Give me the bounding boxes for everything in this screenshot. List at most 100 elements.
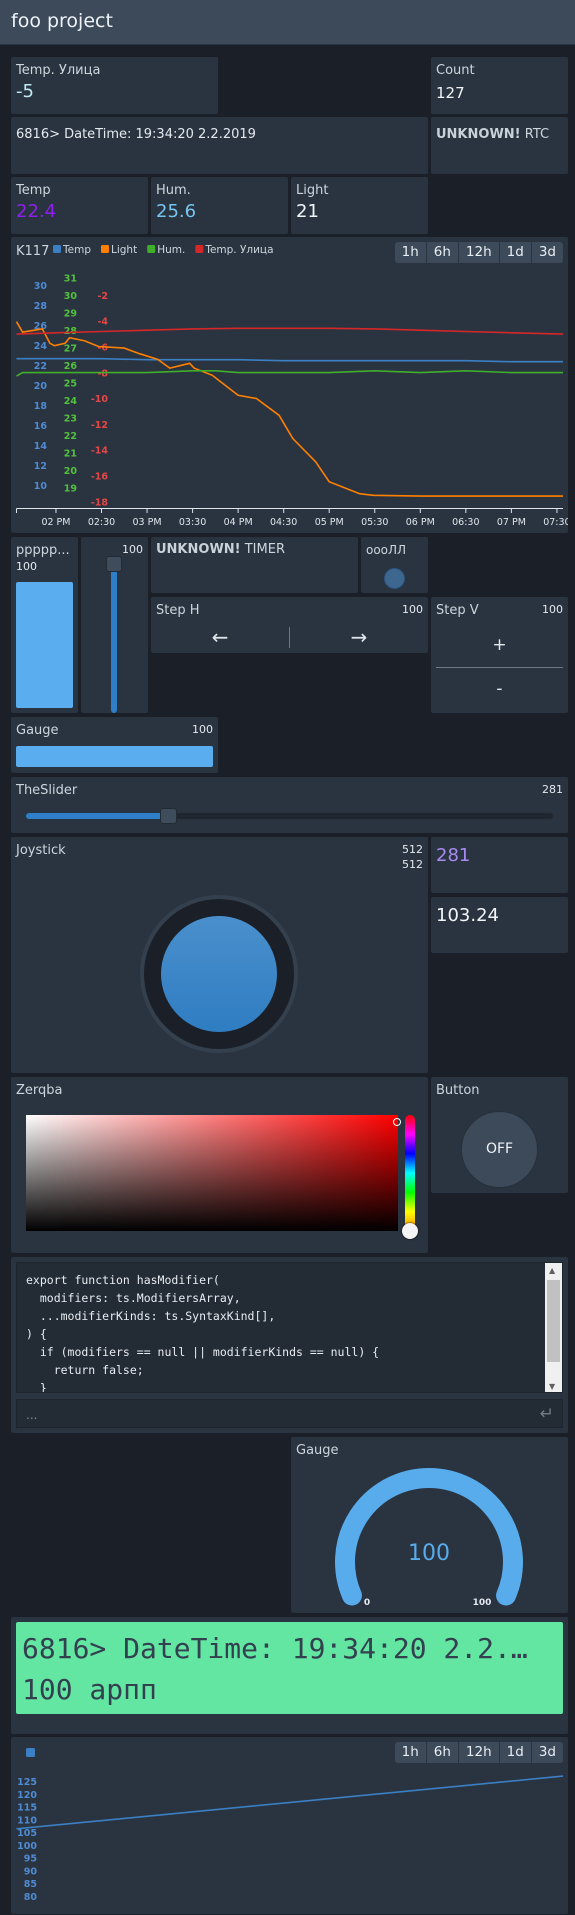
y-tick-label: -8: [97, 368, 108, 379]
gauge-arc: [335, 1468, 523, 1606]
widget-label: Count: [436, 63, 475, 78]
y-tick-label: -6: [97, 342, 108, 353]
scroll-up-icon[interactable]: ▲: [549, 1266, 555, 1275]
datetime-text: 6816> DateTime: 19:34:20 2.2.2019: [16, 127, 256, 142]
step-value: 100: [542, 603, 563, 616]
y-tick-label: 26: [64, 361, 78, 372]
slider-thumb[interactable]: [160, 808, 178, 824]
bar-track: [16, 746, 213, 767]
joystick-knob[interactable]: [161, 916, 277, 1032]
x-tick-label: 06:30: [452, 517, 479, 528]
series-line-Temp. Улица: [16, 327, 564, 335]
joystick-base[interactable]: [140, 895, 298, 1053]
legend-swatch: [195, 245, 204, 253]
slider-track[interactable]: [26, 813, 553, 819]
widget-label: ppppp...: [16, 543, 70, 558]
status-badge: UNKNOWN!: [156, 542, 241, 557]
widget-value: 103.24: [436, 905, 499, 926]
step-minus-button[interactable]: -: [431, 679, 568, 709]
widget-value: 22.4: [16, 201, 57, 222]
terminal-input[interactable]: ... ↵: [16, 1399, 563, 1428]
y-tick-label: -14: [91, 446, 109, 457]
hum-widget: Hum. 25.6: [151, 177, 288, 234]
range-button-1h[interactable]: 1h: [395, 242, 426, 263]
x-tick-label: 03:30: [179, 517, 206, 528]
joystick-y-value: 512: [402, 858, 423, 871]
input-placeholder: ...: [26, 1408, 38, 1422]
value-chart: 125 120 115 110 105 100 95 90 85 80 1h 6h 12h 1d 3d: [11, 1737, 568, 1914]
light-widget: Light 21: [291, 177, 428, 234]
lcd-widget: 6816> DateTime: 19:34:20 2.2.… 100 арпп: [11, 1617, 568, 1734]
project-title: foo project: [11, 10, 113, 32]
legend-label: Light: [111, 244, 137, 256]
range-button-1h[interactable]: 1h: [395, 1742, 426, 1763]
range-buttons: 1h 6h 12h 1d 3d: [394, 1742, 563, 1763]
x-tick-label: 04:30: [270, 517, 297, 528]
off-button[interactable]: OFF: [461, 1111, 538, 1188]
y-tick-label: 125: [17, 1777, 37, 1788]
widget-label: Button: [436, 1083, 480, 1098]
color-cursor[interactable]: [393, 1118, 401, 1126]
hue-slider[interactable]: [405, 1115, 415, 1231]
button-widget: Button OFF: [431, 1077, 568, 1193]
y-tick-label: 25: [64, 379, 77, 390]
widget-label: Gauge: [16, 723, 59, 738]
y-tick-label: 27: [64, 344, 77, 355]
slider-thumb[interactable]: [106, 556, 122, 572]
range-button-12h[interactable]: 12h: [457, 1742, 499, 1763]
widget-label: Step H: [156, 603, 200, 618]
range-button-6h[interactable]: 6h: [425, 242, 458, 263]
gauge-canvas: 100 0 100: [335, 1468, 523, 1608]
y-tick-label: 18: [34, 401, 48, 412]
range-button-6h[interactable]: 6h: [425, 1742, 458, 1763]
enter-icon[interactable]: ↵: [540, 1404, 554, 1424]
widget-label: оооЛЛ: [366, 543, 407, 557]
y-tick-label: 110: [17, 1815, 37, 1826]
y-tick-label: 31: [64, 273, 77, 284]
legend-swatch: [100, 245, 109, 253]
widget-label: Joystick: [16, 843, 66, 858]
x-tick-label: 07 PM: [497, 517, 526, 528]
y-tick-label: 29: [64, 308, 77, 319]
step-left-button[interactable]: ←: [151, 625, 289, 651]
terminal-output[interactable]: export function hasModifier( modifiers: …: [16, 1262, 563, 1393]
range-button-3d[interactable]: 3d: [530, 242, 563, 263]
widget-label: Temp. Улица: [16, 63, 101, 78]
scrollbar[interactable]: ▲ ▼: [545, 1263, 562, 1392]
series-line-Temp: [16, 357, 563, 363]
widget-label: Step V: [436, 603, 479, 618]
series-line: [16, 1775, 564, 1830]
range-button-1d[interactable]: 1d: [498, 242, 531, 263]
saturation-area[interactable]: [26, 1115, 401, 1231]
legend-swatch: [26, 1748, 35, 1757]
chart-canvas: K117 Temp Light Hum. Temp. Улица 30 28 26 24 22 20…: [15, 244, 568, 528]
y-tick-label: 10: [34, 481, 48, 492]
status-badge: UNKNOWN!: [436, 127, 521, 142]
range-button-3d[interactable]: 3d: [530, 1742, 563, 1763]
range-button-12h[interactable]: 12h: [457, 242, 499, 263]
gauge-bar-widget: Gauge 100: [11, 717, 218, 773]
scrollbar-thumb[interactable]: [547, 1280, 560, 1362]
widget-label: Hum.: [156, 183, 191, 198]
slider-track[interactable]: [111, 563, 117, 713]
led-indicator-icon: [384, 568, 405, 589]
step-plus-button[interactable]: +: [431, 635, 568, 665]
scroll-down-icon[interactable]: ▼: [549, 1382, 555, 1391]
slider-fill: [111, 563, 117, 713]
x-tick-label: 06 PM: [406, 517, 435, 528]
y-tick-label: 22: [34, 361, 47, 372]
widget-label: TheSlider: [16, 783, 78, 798]
x-tick-label: 02 PM: [41, 517, 70, 528]
code-text: export function hasModifier( modifiers: …: [26, 1273, 380, 1393]
y-tick-label: -4: [97, 317, 108, 328]
step-right-button[interactable]: →: [290, 625, 428, 651]
chart-canvas: 125 120 115110 105 100 9590 85 80: [16, 1748, 564, 1903]
hue-thumb[interactable]: [402, 1223, 418, 1239]
vertical-slider-widget: 100: [81, 537, 148, 713]
range-button-1d[interactable]: 1d: [498, 1742, 531, 1763]
temp-outside-widget: Temp. Улица -5: [11, 57, 218, 114]
widget-label: Light: [296, 183, 329, 198]
x-tick-label: 05 PM: [315, 517, 344, 528]
color-picker-widget: Zerqba: [11, 1077, 428, 1253]
k117-chart: K117 Temp Light Hum. Temp. Улица 30 28 26 24 22 20…: [11, 237, 568, 533]
